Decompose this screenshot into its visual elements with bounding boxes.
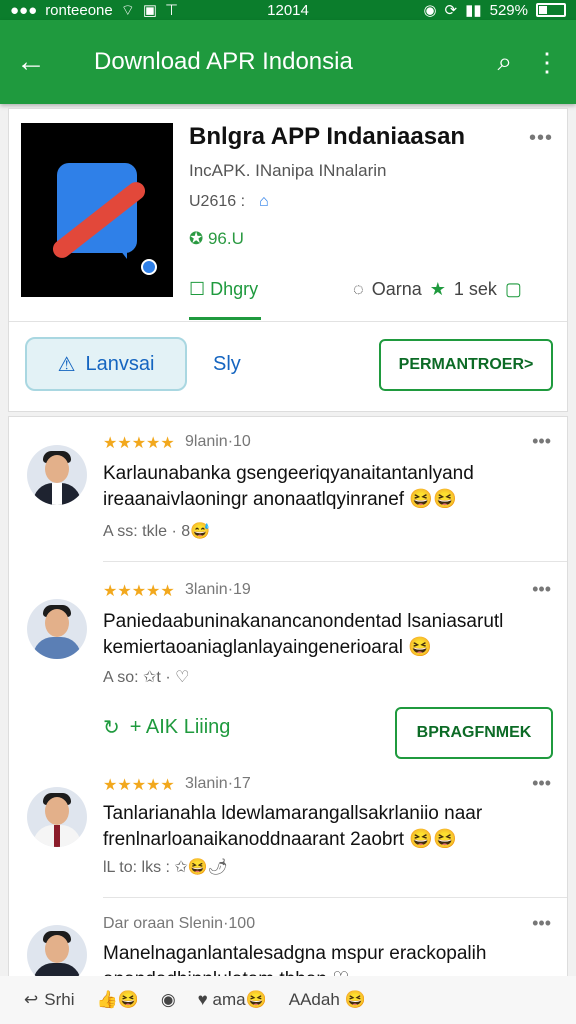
tab-primary-label: Dhgry [210, 279, 259, 299]
antenna-icon: ⊤ [165, 2, 179, 19]
bottom-item-label: Srhi [44, 990, 75, 1009]
install-button[interactable]: PERMANTROER> [379, 339, 553, 391]
home-icon[interactable]: ⌂ [259, 193, 269, 211]
review-more-icon[interactable]: ••• [532, 431, 551, 452]
rating-value: 96.U [207, 229, 244, 248]
review-stars: ★★★★★ [103, 583, 175, 600]
bottom-item-reply[interactable]: ↩ Srhi [24, 990, 74, 1010]
tab-secondary-label: Oarna [371, 279, 422, 299]
bookmark-icon: ▢ [504, 279, 522, 299]
review-meta: A ss: tkle · 8😅 [103, 523, 211, 540]
app-bar: ← Download APR Indonsia ⌕ ⋮ [0, 20, 576, 104]
review-date: 9lanin·10 [185, 433, 251, 450]
review-more-icon[interactable]: ••• [532, 913, 551, 934]
review-more-icon[interactable]: ••• [532, 579, 551, 600]
rating-star-icon: ✪ [189, 229, 208, 248]
badge-icon [141, 259, 157, 275]
review-stars: ★★★★★ [103, 777, 175, 794]
review-date: 3lanin·17 [185, 775, 251, 792]
review-text: Karlaunabanka gsengeeriqyanaitantanlyand… [103, 463, 474, 510]
tab-indicator [189, 317, 261, 320]
bottom-bar: ↩ Srhi 👍😆 ◉ ♥ ama😆 AAdah 😆 [0, 976, 576, 1024]
avatar[interactable] [27, 787, 87, 847]
bottom-item-like[interactable]: 👍😆 [96, 990, 138, 1010]
more-vert-icon[interactable]: ⋮ [534, 47, 560, 78]
avatar[interactable] [27, 599, 87, 659]
tab-secondary[interactable]: ◌ Oarna ★ 1 sek ▢ [353, 279, 522, 300]
bottom-item-love[interactable]: ♥ ama😆 [198, 990, 267, 1010]
review-stars: ★★★★★ [103, 435, 175, 452]
checkbox-icon: ☐ [189, 279, 211, 299]
avatar-face [45, 935, 69, 963]
battery-percent: 529% [489, 1, 528, 19]
review-date: 3lanin·19 [185, 581, 251, 598]
battery-icon [536, 3, 566, 17]
comment-icon: ◌ [353, 279, 364, 299]
review-more-icon[interactable]: ••• [532, 773, 551, 794]
reviews-card: ★★★★★ 9lanin·10 ••• Karlaunabanka gsenge… [8, 416, 568, 1024]
avatar[interactable] [27, 445, 87, 505]
tab-count: 1 sek [453, 279, 497, 299]
refresh-icon: ↻ [103, 717, 120, 739]
signal-dots-icon: ●●● [10, 1, 38, 19]
page-title: Download APR Indonsia [94, 48, 353, 75]
avatar-face [45, 797, 69, 825]
star-icon: ★ [429, 279, 446, 299]
app-rating: ✪ 96.U [189, 229, 244, 249]
cell-signal-icon: ▮▮ [465, 2, 482, 19]
status-bar: ●●● ronteeone ⌔ ▣ ⊤ 12014 ◉ ⟳ ▮▮ 529% [0, 0, 576, 20]
app-icon [21, 123, 173, 297]
divider [103, 561, 567, 562]
review-date: Dar oraan Slenin·100 [103, 915, 256, 932]
review-text: Tanlarianahla ldewlamarangallsakrlaniio … [103, 803, 483, 850]
sim-icon: ▣ [142, 2, 158, 19]
avatar-tie [54, 825, 60, 847]
chat-bubble-tail [113, 241, 127, 259]
report-button[interactable]: BPRAGFNMEK [395, 707, 553, 759]
warning-icon: ⚠ [57, 353, 76, 376]
avatar-face [45, 455, 69, 483]
status-right: ◉ ⟳ ▮▮ 529% [423, 1, 566, 19]
status-left: ●●● ronteeone ⌔ ▣ ⊤ [10, 1, 178, 20]
sync-icon: ⟳ [444, 2, 458, 19]
carrier-name: ronteeone [45, 1, 113, 19]
app-name: Bnlgra APP Indaniaasan [189, 123, 466, 150]
link-label: + AIK Liiing [129, 716, 231, 738]
app-detail-card: Bnlgra APP Indaniaasan ••• IncAPK. INani… [8, 108, 568, 412]
back-arrow-icon[interactable]: ← [16, 45, 56, 79]
search-icon[interactable]: ⌕ [497, 46, 512, 78]
link-row[interactable]: ↻ + AIK Liiing [103, 715, 230, 740]
bottom-item-share[interactable]: AAdah 😆 [289, 990, 366, 1010]
avatar-suit [33, 637, 81, 659]
sly-button[interactable]: Sly [213, 353, 241, 376]
bottom-item-record[interactable]: ◉ [161, 990, 176, 1010]
avatar-shirt [52, 483, 62, 505]
location-icon: ◉ [423, 2, 437, 19]
reply-icon: ↩ [24, 990, 39, 1009]
divider [9, 321, 567, 322]
tab-primary[interactable]: ☐ Dhgry [189, 279, 258, 300]
card-more-icon[interactable]: ••• [529, 127, 553, 150]
review-meta: lL to: lks : ✩😆🌶 [103, 859, 229, 876]
avatar-face [45, 609, 69, 637]
divider [103, 897, 567, 898]
lanvsai-button[interactable]: ⚠ Lanvsai [25, 337, 187, 391]
lanvsai-label: Lanvsai [85, 352, 155, 375]
wifi-icon: ⌔ [120, 1, 135, 19]
review-text: Paniedaabuninakanancanondentad lsaniasar… [103, 611, 504, 658]
app-developer[interactable]: IncAPK. INanipa INnalarin [189, 161, 387, 181]
review-meta: A so: ✩t · ♡ [103, 669, 190, 686]
app-size: U2616 : [189, 193, 246, 210]
